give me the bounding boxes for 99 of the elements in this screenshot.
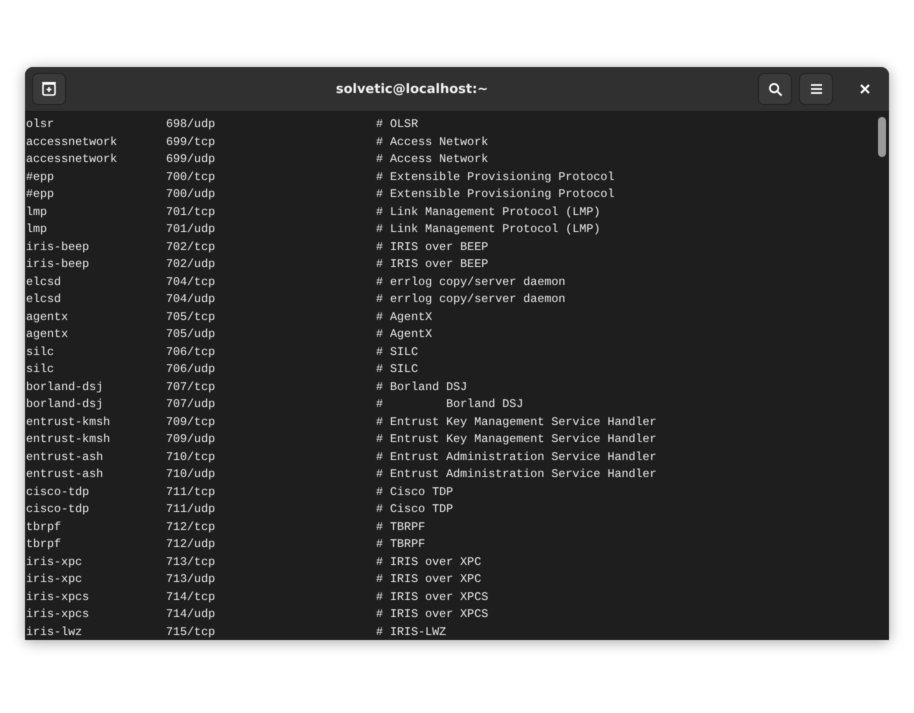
port-protocol: 704/tcp xyxy=(166,274,216,290)
service-comment: # Borland DSJ xyxy=(376,378,468,396)
service-comment: # Cisco TDP xyxy=(376,501,454,518)
service-comment: # Access Network xyxy=(376,134,488,150)
port-protocol: 698/udp xyxy=(166,116,216,133)
service-comment: # Link Management Protocol (LMP) xyxy=(376,204,600,220)
close-icon xyxy=(860,84,870,94)
service-comment: # IRIS over BEEP xyxy=(376,256,488,273)
port-protocol: 699/tcp xyxy=(166,134,216,150)
service-name: accessnetwork xyxy=(26,151,118,168)
port-protocol: 710/tcp xyxy=(166,448,216,466)
service-name: #epp xyxy=(26,186,56,203)
port-protocol: 713/udp xyxy=(166,571,216,588)
service-comment: # Extensible Provisioning Protocol xyxy=(376,168,614,186)
service-name: silc xyxy=(26,344,56,360)
port-protocol: 712/udp xyxy=(166,536,216,553)
port-protocol: 712/tcp xyxy=(166,518,216,536)
port-protocol: 706/tcp xyxy=(166,344,216,360)
service-comment: # AgentX xyxy=(376,326,432,343)
menu-button[interactable] xyxy=(799,73,833,105)
service-name: iris-xpcs xyxy=(26,588,90,606)
service-name: iris-xpcs xyxy=(26,606,90,623)
service-name: iris-beep xyxy=(26,238,90,256)
service-name: iris-xpc xyxy=(26,571,84,588)
port-protocol: 705/udp xyxy=(166,326,216,343)
new-tab-button[interactable] xyxy=(32,73,66,105)
service-comment: # IRIS over XPCS xyxy=(376,588,488,606)
service-name: cisco-tdp xyxy=(26,484,90,500)
service-comment: # IRIS over XPC xyxy=(376,554,482,570)
service-comment: # IRIS over BEEP xyxy=(376,238,488,256)
service-comment: # Entrust Key Management Service Handler xyxy=(376,431,657,448)
port-protocol: 707/tcp xyxy=(166,378,216,396)
service-comment: # TBRPF xyxy=(376,536,426,553)
service-name: iris-xpc xyxy=(26,554,84,570)
service-comment: # AgentX xyxy=(376,308,432,326)
service-comment: # OLSR xyxy=(376,116,418,133)
service-comment: # Cisco TDP xyxy=(376,484,454,500)
service-name: olsr xyxy=(26,116,56,133)
service-comment: # IRIS over XPC xyxy=(376,571,482,588)
service-name: #epp xyxy=(26,168,56,186)
port-protocol: 711/udp xyxy=(166,501,216,518)
service-name: lmp xyxy=(26,204,48,220)
port-protocol: 706/udp xyxy=(166,361,216,378)
service-name: elcsd xyxy=(26,291,62,308)
port-protocol: 710/udp xyxy=(166,466,216,483)
port-protocol: 713/tcp xyxy=(166,554,216,570)
port-protocol: 704/udp xyxy=(166,291,216,308)
service-name: iris-lwz xyxy=(26,624,84,640)
service-name: elcsd xyxy=(26,274,62,290)
port-protocol: 700/udp xyxy=(166,186,216,203)
port-protocol: 699/udp xyxy=(166,151,216,168)
window-title: solvetic@localhost:~ xyxy=(334,82,490,96)
port-protocol: 714/udp xyxy=(166,606,216,623)
service-comment: # SILC xyxy=(376,361,418,378)
service-name: entrust-ash xyxy=(26,448,104,466)
service-name: borland-dsj xyxy=(26,378,104,396)
port-protocol: 705/tcp xyxy=(166,308,216,326)
port-protocol: 714/tcp xyxy=(166,588,216,606)
service-name: entrust-ash xyxy=(26,466,104,483)
service-comment: # TBRPF xyxy=(376,518,426,536)
search-icon xyxy=(768,82,782,96)
search-button[interactable] xyxy=(758,73,792,105)
port-protocol: 715/tcp xyxy=(166,624,216,640)
service-comment: # IRIS-LWZ xyxy=(376,624,446,640)
service-name: accessnetwork xyxy=(26,134,118,150)
service-name: tbrpf xyxy=(26,536,62,553)
service-name: iris-beep xyxy=(26,256,90,273)
service-comment: # Entrust Key Management Service Handler xyxy=(376,414,657,430)
new-tab-icon xyxy=(41,81,57,97)
port-protocol: 702/tcp xyxy=(166,238,216,256)
service-comment: # Link Management Protocol (LMP) xyxy=(376,221,600,238)
service-comment: # IRIS over XPCS xyxy=(376,606,488,623)
service-name: agentx xyxy=(26,326,70,343)
scrollbar-thumb[interactable] xyxy=(878,117,886,157)
port-protocol: 709/tcp xyxy=(166,414,216,430)
service-name: agentx xyxy=(26,308,70,326)
service-name: silc xyxy=(26,361,56,378)
port-protocol: 709/udp xyxy=(166,431,216,448)
port-protocol: 707/udp xyxy=(166,396,216,413)
port-protocol: 701/udp xyxy=(166,221,216,238)
service-comment: # Borland DSJ xyxy=(376,396,524,413)
service-comment: # errlog copy/server daemon xyxy=(376,274,566,290)
port-protocol: 700/tcp xyxy=(166,168,216,186)
menu-icon xyxy=(810,83,822,95)
service-comment: # Entrust Administration Service Handler xyxy=(376,466,657,483)
port-protocol: 702/udp xyxy=(166,256,216,273)
service-comment: # errlog copy/server daemon xyxy=(376,291,566,308)
service-name: lmp xyxy=(26,221,48,238)
service-comment: # Extensible Provisioning Protocol xyxy=(376,186,614,203)
service-name: cisco-tdp xyxy=(26,501,90,518)
port-protocol: 701/tcp xyxy=(166,204,216,220)
service-comment: # Access Network xyxy=(376,151,488,168)
service-comment: # SILC xyxy=(376,344,418,360)
service-name: entrust-kmsh xyxy=(26,414,112,430)
service-name: tbrpf xyxy=(26,518,62,536)
service-comment: # Entrust Administration Service Handler xyxy=(376,448,657,466)
service-name: entrust-kmsh xyxy=(26,431,112,448)
service-name: borland-dsj xyxy=(26,396,104,413)
port-protocol: 711/tcp xyxy=(166,484,216,500)
